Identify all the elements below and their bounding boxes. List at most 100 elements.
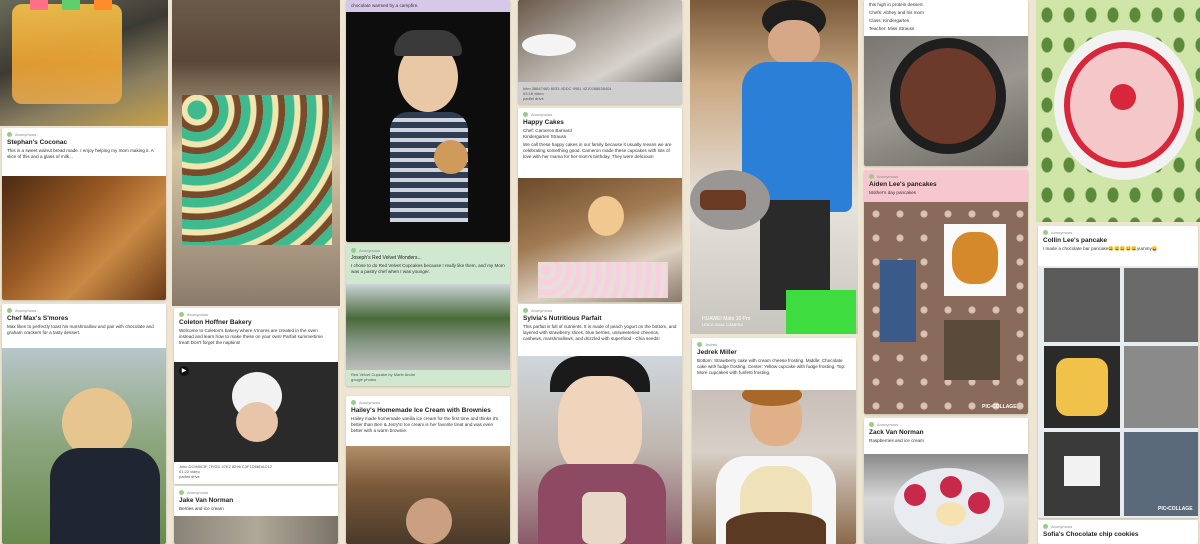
author-label: Anonymous [359,248,381,253]
post-title: Aiden Lee's pancakes [869,181,937,188]
post-meta: Anonymous [1038,226,1198,235]
chocolate-cake-photo[interactable] [864,36,1028,166]
ice-cream-photo[interactable] [346,446,510,544]
cupcakes-photo[interactable] [172,0,340,306]
author-label: Anonymous [531,308,553,313]
collage-watermark: PIC•COLLAGE [982,404,1017,410]
avatar [7,308,12,313]
post-text: Max likes to perfectly toast his marshma… [7,324,154,335]
post-card[interactable]: Anonymous Sofia's Chocolate chip cookies [1038,520,1198,544]
post-chefs: Chefs: Abhey and his mom [869,10,924,15]
post-text: Mother's day pancakes [869,190,917,195]
post-meta: Anonymous [2,128,166,137]
avatar [7,132,12,137]
post-title: Happy Cakes [523,119,564,126]
post-meta: Anonymous [174,308,338,317]
post-card[interactable]: this high in protein dessert. Chefs: Abh… [864,0,1028,166]
kid-cooking-photo[interactable]: HUAWEI Mate 10 Pro LEICA DUAL CAMERA [690,0,858,334]
post-card[interactable]: Anonymous Joseph's Red Velvet Wonders...… [346,244,510,386]
post-title: Sylvia's Nutritious Parfait [523,315,602,322]
strawberry-cake-photo[interactable] [1036,0,1200,222]
post-card[interactable]: Anonymous Stephan's Coconac This is a sw… [2,128,166,300]
post-title: Stephan's Coconac [7,139,68,146]
author-label: Anonymous [1051,230,1073,235]
post-text: Hailey made homemade vanilla ice cream f… [351,416,499,433]
post-card[interactable]: Anonymous Jake Van Norman Berries and ic… [174,486,338,544]
post-card[interactable]: Anonymous Sylvia's Nutritious Parfait Th… [518,304,682,544]
post-card[interactable]: Inlm 38847460 8033 4DDC 9981 42102886384… [518,0,682,104]
post-card[interactable]: Anonymous Zack Van Norman Raspberries an… [864,418,1028,544]
post-title: Collin Lee's pancake [1043,237,1108,244]
post-text: Raspberries and ice cream [869,438,924,443]
smores-photo[interactable] [2,348,166,544]
column-2: Anonymous Coleton Hoffner Bakery Welcome… [172,0,340,544]
happy-cakes-photo[interactable] [518,178,682,302]
post-text: I made a chocolate bar pancake😀😀😀😀😀yummy… [1043,246,1158,251]
photo-source: google photos [351,377,377,382]
video-source: padlet drive [179,474,200,479]
camera-watermark-sub: LEICA DUAL CAMERA [702,322,744,327]
post-title: Jedrek Miller [697,349,737,356]
author-label: Anonymous [531,112,553,117]
post-text: This is a sweet walnut bread made. I enj… [7,148,154,159]
post-card[interactable]: Anonymous Collin Lee's pancake I made a … [1038,226,1198,518]
post-card[interactable]: Anonymous Happy Cakes Chef: Cameron Barn… [518,108,682,302]
post-card[interactable]: Anonymous Hailey's Homemade Ice Cream wi… [346,396,510,544]
berries-photo[interactable] [174,516,338,544]
author-label: Anonymous [877,174,899,179]
post-card[interactable]: Anonymous Aiden Lee's pancakes Mother's … [864,170,1028,414]
play-icon[interactable]: ▶ [179,366,189,376]
post-text: chocolate warmed by a campfire. [351,3,419,8]
post-meta: Anonymous [346,244,510,253]
post-meta: Anonymous [864,170,1028,179]
post-card[interactable]: Anonymous Chef Max's S'mores Max likes t… [2,304,166,544]
post-card[interactable]: Jedrek Jedrek Miller Bottom: Strawberry … [692,338,856,544]
bread-photo[interactable] [2,176,166,300]
post-meta: Anonymous [864,418,1028,427]
kid-baking-photo[interactable] [518,0,682,82]
collage-watermark: PIC•COLLAGE [1158,506,1193,512]
pancakes-collage-photo[interactable]: PIC•COLLAGE [864,202,1028,414]
post-meta: Anonymous [174,486,338,495]
column-4: Inlm 38847460 8033 4DDC 9981 42102886384… [516,0,684,544]
author-label: Anonymous [187,312,209,317]
column-5: HUAWEI Mate 10 Pro LEICA DUAL CAMERA Jed… [690,0,858,544]
author-label: Anonymous [187,490,209,495]
column-6: this high in protein dessert. Chefs: Abh… [862,0,1030,544]
post-text: Berries and ice cream [179,506,224,511]
parfait-photo[interactable] [518,356,682,544]
popsicle-photo[interactable] [0,0,168,126]
column-3: chocolate warmed by a campfire. Anonymou… [344,0,512,544]
avatar [869,174,874,179]
post-title: Zack Van Norman [869,429,924,436]
post-meta: Jedrek [692,338,856,347]
post-title: Jake Van Norman [179,497,234,504]
cupcake-sale-photo[interactable] [346,284,510,370]
post-meta: Anonymous [518,108,682,117]
avatar [523,308,528,313]
author-label: Anonymous [1051,524,1073,529]
post-text: this high in protein dessert. [869,2,924,7]
post-meta: Anonymous [1038,520,1198,529]
post-author: Chef: Cameron Barnard Kindergarten Strau… [523,128,572,139]
author-label: Anonymous [15,132,37,137]
layer-cake-photo[interactable] [692,390,856,544]
campfire-photo[interactable] [346,12,510,242]
post-text: Welcome to Coleton's bakery where s'more… [179,328,323,345]
chocolate-pancake-collage[interactable]: PIC•COLLAGE [1038,266,1198,518]
video-thumbnail[interactable]: ▶ [174,362,338,462]
avatar [1043,230,1048,235]
post-text: Bottom: Strawberry cake with cream chees… [697,358,846,375]
column-7: Anonymous Collin Lee's pancake I made a … [1036,0,1200,544]
post-card[interactable]: chocolate warmed by a campfire. [346,0,510,242]
post-text: This parfait is full of nutrients. It is… [523,324,677,341]
column-1: Anonymous Stephan's Coconac This is a sw… [0,0,168,544]
post-meta: Anonymous [346,396,510,405]
raspberries-photo[interactable] [864,454,1028,544]
post-title: Sofia's Chocolate chip cookies [1043,531,1139,538]
post-title: Joseph's Red Velvet Wonders... [351,255,422,261]
padlet-board: Anonymous Stephan's Coconac This is a sw… [0,0,1200,544]
post-card[interactable]: Anonymous Coleton Hoffner Bakery Welcome… [174,308,338,484]
post-class: Class: Kindergarten [869,18,910,23]
author-label: Anonymous [359,400,381,405]
